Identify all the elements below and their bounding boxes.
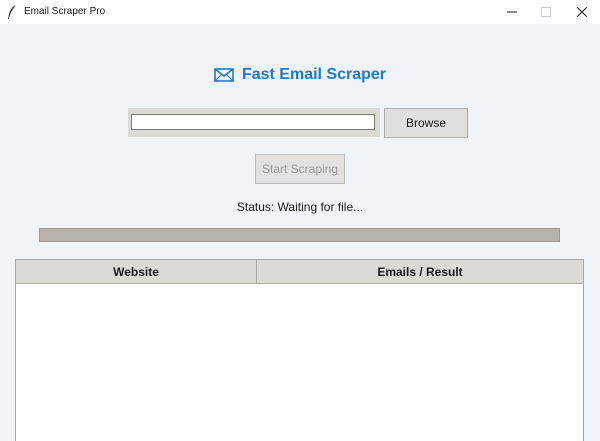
close-icon <box>577 7 587 17</box>
main-area: Fast Email Scraper Browse Start Scraping… <box>0 24 600 441</box>
table-header: Website Emails / Result <box>16 260 583 284</box>
browse-button[interactable]: Browse <box>384 108 468 138</box>
maximize-button[interactable] <box>528 0 564 24</box>
start-scraping-button[interactable]: Start Scraping <box>255 154 345 184</box>
feather-icon <box>8 4 17 19</box>
results-table[interactable]: Website Emails / Result <box>15 259 584 441</box>
column-header-emails[interactable]: Emails / Result <box>257 260 583 283</box>
app-heading: Fast Email Scraper <box>0 64 600 86</box>
window-titlebar: Email Scraper Pro <box>0 0 600 24</box>
status-label: Status: Waiting for file... <box>236 200 364 214</box>
app-heading-title: Fast Email Scraper <box>241 66 387 83</box>
minimize-button[interactable] <box>494 0 530 24</box>
file-path-input[interactable] <box>131 114 375 130</box>
window-title: Email Scraper Pro <box>24 6 106 17</box>
column-header-website[interactable]: Website <box>16 260 257 283</box>
envelope-icon <box>214 68 234 82</box>
maximize-icon <box>541 7 551 17</box>
table-body[interactable] <box>16 284 583 441</box>
close-button[interactable] <box>564 0 600 24</box>
progress-bar <box>39 228 560 242</box>
minimize-icon <box>507 11 517 13</box>
